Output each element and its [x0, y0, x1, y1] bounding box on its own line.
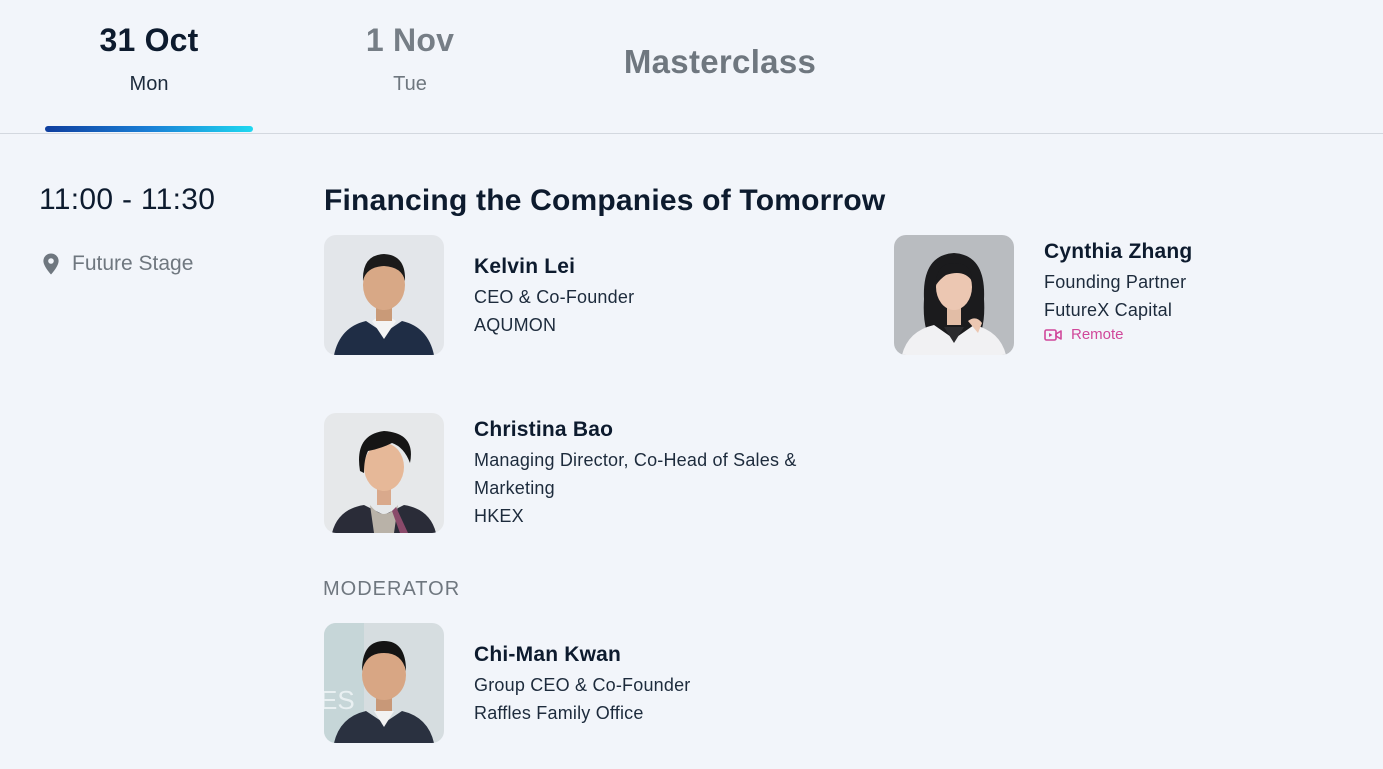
speaker-card[interactable]: Christina Bao Managing Director, Co-Head… [324, 413, 834, 533]
session-title[interactable]: Financing the Companies of Tomorrow [324, 184, 885, 218]
tab-31-oct[interactable]: 31 Oct Mon [45, 22, 253, 96]
video-camera-icon [1044, 328, 1062, 341]
svg-text:ES: ES [324, 685, 355, 715]
moderator-role: Group CEO & Co-Founder [474, 675, 691, 695]
tab-masterclass[interactable]: Masterclass [600, 43, 840, 81]
speaker-name: Kelvin Lei [474, 255, 576, 278]
moderator-heading: MODERATOR [323, 578, 461, 600]
tab-weekday: Mon [129, 73, 169, 95]
tab-1-nov[interactable]: 1 Nov Tue [306, 22, 514, 96]
speaker-name: Cynthia Zhang [1044, 240, 1193, 263]
speaker-role: Founding Partner [1044, 272, 1187, 292]
speaker-avatar[interactable] [894, 235, 1014, 355]
session-location: Future Stage [40, 252, 193, 276]
map-pin-icon [43, 253, 59, 275]
speaker-avatar[interactable] [324, 413, 444, 533]
tab-date: 31 Oct [99, 22, 199, 58]
speaker-role: CEO & Co-Founder [474, 287, 635, 307]
speaker-card[interactable]: Cynthia Zhang Founding Partner FutureX C… [894, 235, 1192, 355]
session-time: 11:00 - 11:30 [39, 183, 216, 216]
speaker-company: AQUMON [474, 315, 557, 335]
remote-label: Remote [1071, 326, 1124, 343]
speaker-company: FutureX Capital [1044, 300, 1173, 320]
speaker-avatar[interactable] [324, 235, 444, 355]
moderator-avatar[interactable]: ES [324, 623, 444, 743]
speaker-company: HKEX [474, 506, 524, 526]
tab-date: 1 Nov [365, 22, 455, 58]
location-label: Future Stage [72, 252, 194, 275]
day-tab-bar: 31 Oct Mon 1 Nov Tue Masterclass [0, 0, 1383, 134]
moderator-name: Chi-Man Kwan [474, 643, 622, 666]
moderator-card[interactable]: ES Chi-Man Kwan Group CEO & Co-Founder R… [324, 623, 691, 743]
tab-label: Masterclass [623, 43, 817, 80]
tab-weekday: Tue [393, 73, 427, 95]
speaker-role: Managing Director, Co-Head of Sales & Ma… [474, 450, 797, 498]
moderator-company: Raffles Family Office [474, 703, 644, 723]
active-tab-indicator [45, 126, 253, 132]
remote-badge: Remote [1044, 326, 1192, 343]
speaker-name: Christina Bao [474, 418, 614, 441]
speaker-card[interactable]: Kelvin Lei CEO & Co-Founder AQUMON [324, 235, 634, 355]
